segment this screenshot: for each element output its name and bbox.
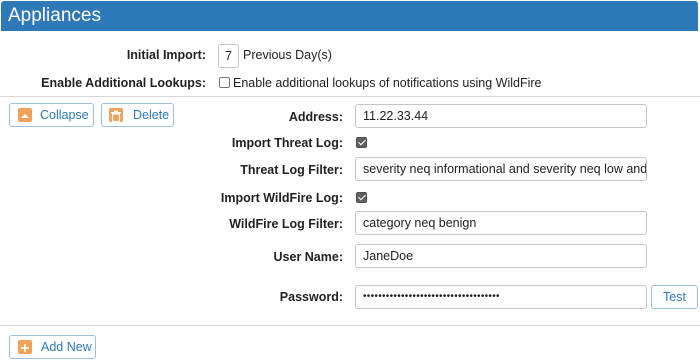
import-threat-log-label: Import Threat Log: bbox=[231, 136, 343, 150]
wildfire-log-filter-label: WildFire Log Filter: bbox=[229, 217, 343, 231]
delete-button[interactable]: Delete bbox=[101, 103, 174, 127]
threat-log-filter-input[interactable]: severity neq informational and severity … bbox=[355, 157, 647, 181]
initial-import-label: Initial Import: bbox=[126, 48, 206, 62]
wildfire-log-filter-input[interactable]: category neq benign bbox=[355, 211, 647, 235]
address-label: Address: bbox=[288, 110, 343, 124]
page-title: Appliances bbox=[8, 5, 101, 26]
threat-log-filter-label: Threat Log Filter: bbox=[240, 163, 343, 177]
add-new-button[interactable]: Add New bbox=[9, 335, 96, 359]
initial-import-input[interactable]: 7 bbox=[218, 44, 239, 68]
additional-lookups-checkbox[interactable] bbox=[219, 77, 230, 88]
test-button-label: Test bbox=[663, 290, 686, 304]
password-label: Password: bbox=[279, 290, 343, 304]
import-wildfire-log-label: Import WildFire Log: bbox=[220, 191, 343, 205]
import-threat-log-checkbox[interactable] bbox=[356, 137, 367, 148]
user-name-label: User Name: bbox=[273, 250, 343, 264]
section-divider-top bbox=[0, 96, 700, 97]
collapse-icon bbox=[18, 108, 32, 122]
additional-lookups-checkbox-text: Enable additional lookups of notificatio… bbox=[233, 76, 542, 90]
test-button[interactable]: Test bbox=[651, 285, 698, 309]
delete-button-label: Delete bbox=[133, 108, 170, 122]
section-divider-bottom bbox=[0, 325, 700, 326]
user-name-input[interactable]: JaneDoe bbox=[355, 244, 647, 268]
trash-icon bbox=[109, 108, 123, 123]
password-input[interactable]: •••••••••••••••••••••••••••••••••••• bbox=[355, 285, 647, 309]
plus-icon bbox=[18, 340, 32, 354]
address-input[interactable]: 11.22.33.44 bbox=[355, 104, 647, 128]
add-new-button-label: Add New bbox=[41, 340, 92, 354]
additional-lookups-label: Enable Additional Lookups: bbox=[41, 76, 206, 90]
collapse-button-label: Collapse bbox=[40, 108, 89, 122]
import-wildfire-log-checkbox[interactable] bbox=[356, 192, 367, 203]
page-header: Appliances bbox=[1, 1, 698, 31]
initial-import-unit: Previous Day(s) bbox=[243, 48, 332, 62]
collapse-button[interactable]: Collapse bbox=[9, 103, 94, 127]
